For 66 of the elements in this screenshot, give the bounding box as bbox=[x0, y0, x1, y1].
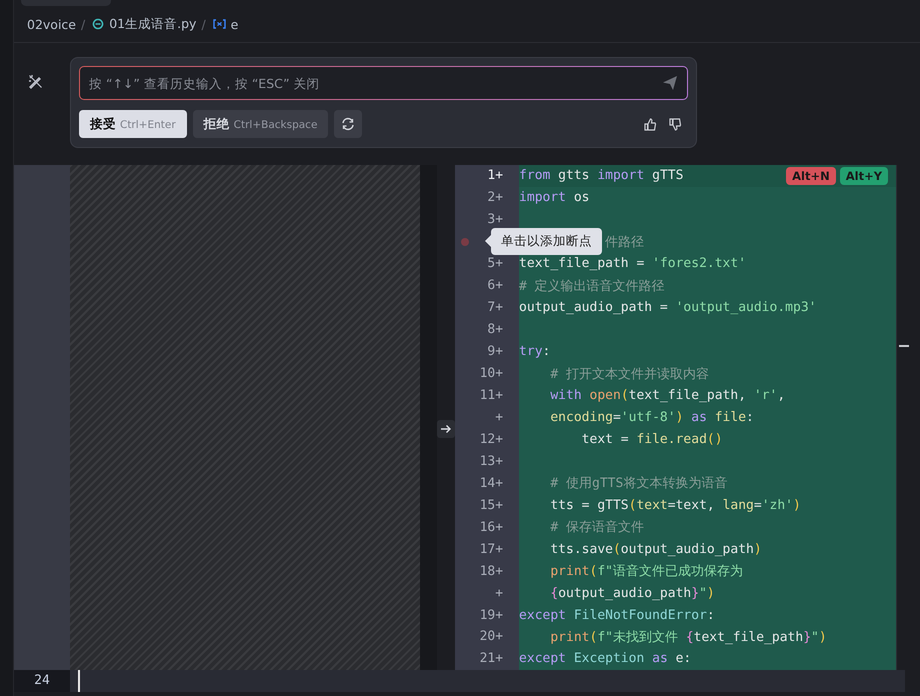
line-number: 5+ bbox=[487, 256, 504, 272]
code-line: # 使用gTTS将文本转换为语音 bbox=[549, 475, 728, 492]
line-number: 1+ bbox=[487, 168, 504, 184]
scroll-marker bbox=[899, 345, 910, 347]
code-line: with open(text_file_path, 'r', bbox=[549, 388, 786, 403]
line-number: 8+ bbox=[487, 322, 504, 338]
tooltip: 单击以添加断点 bbox=[485, 228, 602, 255]
line-number: 11+ bbox=[480, 388, 504, 403]
line-number: 20+ bbox=[480, 629, 504, 644]
arrow-right-icon bbox=[440, 424, 452, 434]
line-number: 21+ bbox=[480, 651, 504, 666]
breadcrumb-item[interactable]: e bbox=[230, 16, 238, 32]
code-line: output_audio_path = 'output_audio.mp3' bbox=[519, 300, 816, 316]
code-line: import os bbox=[519, 190, 590, 206]
code-line: # 保存语音文件 bbox=[549, 519, 644, 536]
code-line: tts.save(output_audio_path) bbox=[549, 542, 762, 557]
line-number: 18+ bbox=[480, 564, 504, 579]
refresh-icon bbox=[341, 117, 356, 131]
line-number: 10+ bbox=[480, 366, 504, 382]
line-number: 19+ bbox=[480, 608, 504, 623]
text-cursor bbox=[78, 670, 80, 692]
line-number: 17+ bbox=[480, 542, 504, 557]
thumbs-down-icon[interactable] bbox=[669, 118, 682, 130]
code-line: {output_audio_path}") bbox=[549, 586, 715, 601]
code-line: encoding='utf-8') as file: bbox=[549, 410, 754, 425]
line-number: + bbox=[495, 410, 504, 425]
code-line: except FileNotFoundError: bbox=[519, 608, 715, 623]
line-number: + bbox=[495, 586, 504, 601]
line-number: 6+ bbox=[487, 278, 504, 294]
code-line: # 定义输出语音文件路径 bbox=[519, 278, 665, 295]
code-line: print(f"语音文件已成功保存为 bbox=[549, 563, 743, 580]
code-line: 件路径 bbox=[605, 234, 644, 251]
code-line: tts = gTTS(text=text, lang='zh') bbox=[549, 498, 801, 513]
line-number: 2+ bbox=[487, 190, 504, 206]
code-line: # 打开文本文件并读取内容 bbox=[549, 366, 710, 383]
regenerate-button[interactable] bbox=[334, 110, 362, 138]
code-line: from gtts import gTTS bbox=[519, 168, 684, 184]
breadcrumb-item[interactable]: 02voice bbox=[27, 16, 76, 32]
line-number: 14+ bbox=[480, 476, 504, 491]
prompt-action-button[interactable]: 接受 Ctrl+Enter bbox=[79, 110, 187, 138]
send-icon[interactable] bbox=[662, 75, 678, 91]
thumbs-up-icon[interactable] bbox=[644, 118, 657, 130]
line-number: 9+ bbox=[487, 344, 504, 360]
breadcrumb-separator: / bbox=[81, 16, 86, 32]
code-line: print(f"未找到文件 {text_file_path}") bbox=[549, 628, 827, 646]
variable-icon bbox=[212, 19, 226, 29]
breadcrumb-item[interactable]: 01生成语音.py bbox=[109, 16, 196, 32]
tooltip-pointer-icon bbox=[485, 235, 492, 248]
prompt-action-button[interactable]: 拒绝 Ctrl+Backspace bbox=[192, 110, 328, 138]
breadcrumb-separator: / bbox=[201, 16, 206, 32]
breakpoint-dot[interactable] bbox=[461, 238, 470, 246]
line-number: 13+ bbox=[480, 454, 504, 469]
line-number: 16+ bbox=[480, 520, 504, 535]
apply-arrow-button[interactable] bbox=[437, 420, 456, 438]
code-line: text = file.read() bbox=[580, 432, 723, 447]
code-line: text_file_path = 'fores2.txt' bbox=[519, 256, 746, 272]
line-number: 24 bbox=[14, 670, 70, 692]
code-line: try: bbox=[519, 344, 550, 360]
line-number: 3+ bbox=[487, 212, 504, 228]
line-number: 15+ bbox=[480, 498, 504, 513]
prompt-input[interactable]: 按 “↑↓” 查看历史输入，按 “ESC” 关闭 bbox=[79, 66, 688, 100]
reject-key-badge[interactable]: Alt+N bbox=[786, 166, 836, 185]
accept-key-badge[interactable]: Alt+Y bbox=[840, 166, 888, 185]
code-line: except Exception as e: bbox=[519, 651, 692, 666]
line-number: 7+ bbox=[487, 300, 504, 316]
line-number: 12+ bbox=[480, 432, 504, 447]
